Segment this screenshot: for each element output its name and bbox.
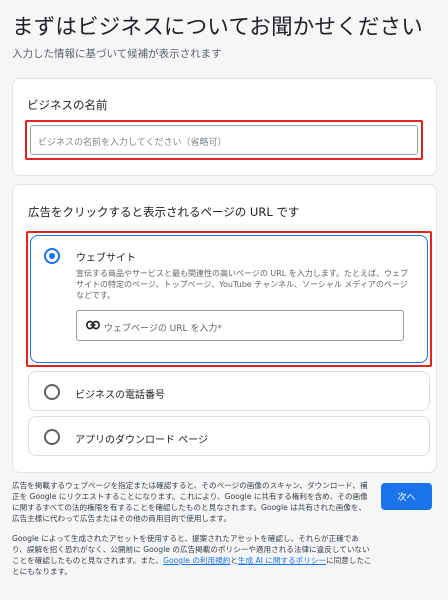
- website-option-description: 宣伝する商品やサービスと最も関連性の高いページの URL を入力します。たとえば…: [76, 269, 408, 300]
- phone-radio[interactable]: [44, 384, 60, 400]
- app-download-option[interactable]: アプリのダウンロード ページ: [28, 416, 430, 456]
- website-option[interactable]: ウェブサイト 宣伝する商品やサービスと最も関連性の高いページの URL を入力し…: [30, 235, 428, 363]
- business-name-placeholder: ビジネスの名前を入力してください（省略可）: [38, 138, 227, 148]
- website-option-highlight: ウェブサイト 宣伝する商品やサービスと最も関連性の高いページの URL を入力し…: [26, 231, 432, 367]
- image-consent-notice: 広告を掲載するウェブページを指定または確認すると、そのページの画像のスキャン、ダ…: [12, 481, 368, 523]
- landing-page-card: 広告をクリックすると表示されるページの URL です ウェブサイト 宣伝する商品…: [12, 184, 437, 473]
- generated-assets-notice: Google によって生成されたアセットを使用すると、提案されたアセットを確認し…: [12, 533, 372, 577]
- website-radio[interactable]: [44, 248, 60, 264]
- website-option-label: ウェブサイト: [76, 253, 136, 264]
- google-terms-link[interactable]: Google の利用規約: [163, 556, 230, 565]
- app-download-radio[interactable]: [44, 429, 60, 445]
- phone-option-label: ビジネスの電話番号: [75, 390, 165, 401]
- landing-page-heading: 広告をクリックすると表示されるページの URL です: [28, 205, 300, 219]
- phone-option[interactable]: ビジネスの電話番号: [28, 371, 430, 411]
- business-name-input[interactable]: ビジネスの名前を入力してください（省略可）: [30, 125, 418, 155]
- app-download-option-label: アプリのダウンロード ページ: [75, 435, 208, 446]
- page-title: まずはビジネスについてお聞かせください: [12, 15, 424, 40]
- business-name-highlight: ビジネスの名前を入力してください（省略可）: [25, 120, 423, 160]
- page-subtitle: 入力した情報に基づいて候補が表示されます: [12, 48, 222, 60]
- link-icon: [86, 320, 100, 330]
- website-url-input[interactable]: ウェブページの URL を入力*: [76, 310, 404, 341]
- next-button[interactable]: 次へ: [381, 483, 432, 510]
- generated-assets-and: と: [230, 556, 238, 565]
- gen-ai-policy-link[interactable]: 生成 AI に関するポリシー: [238, 556, 326, 565]
- business-name-card: ビジネスの名前 ビジネスの名前を入力してください（省略可）: [12, 78, 437, 176]
- website-url-placeholder: ウェブページの URL を入力*: [104, 324, 222, 334]
- business-name-label: ビジネスの名前: [27, 98, 108, 112]
